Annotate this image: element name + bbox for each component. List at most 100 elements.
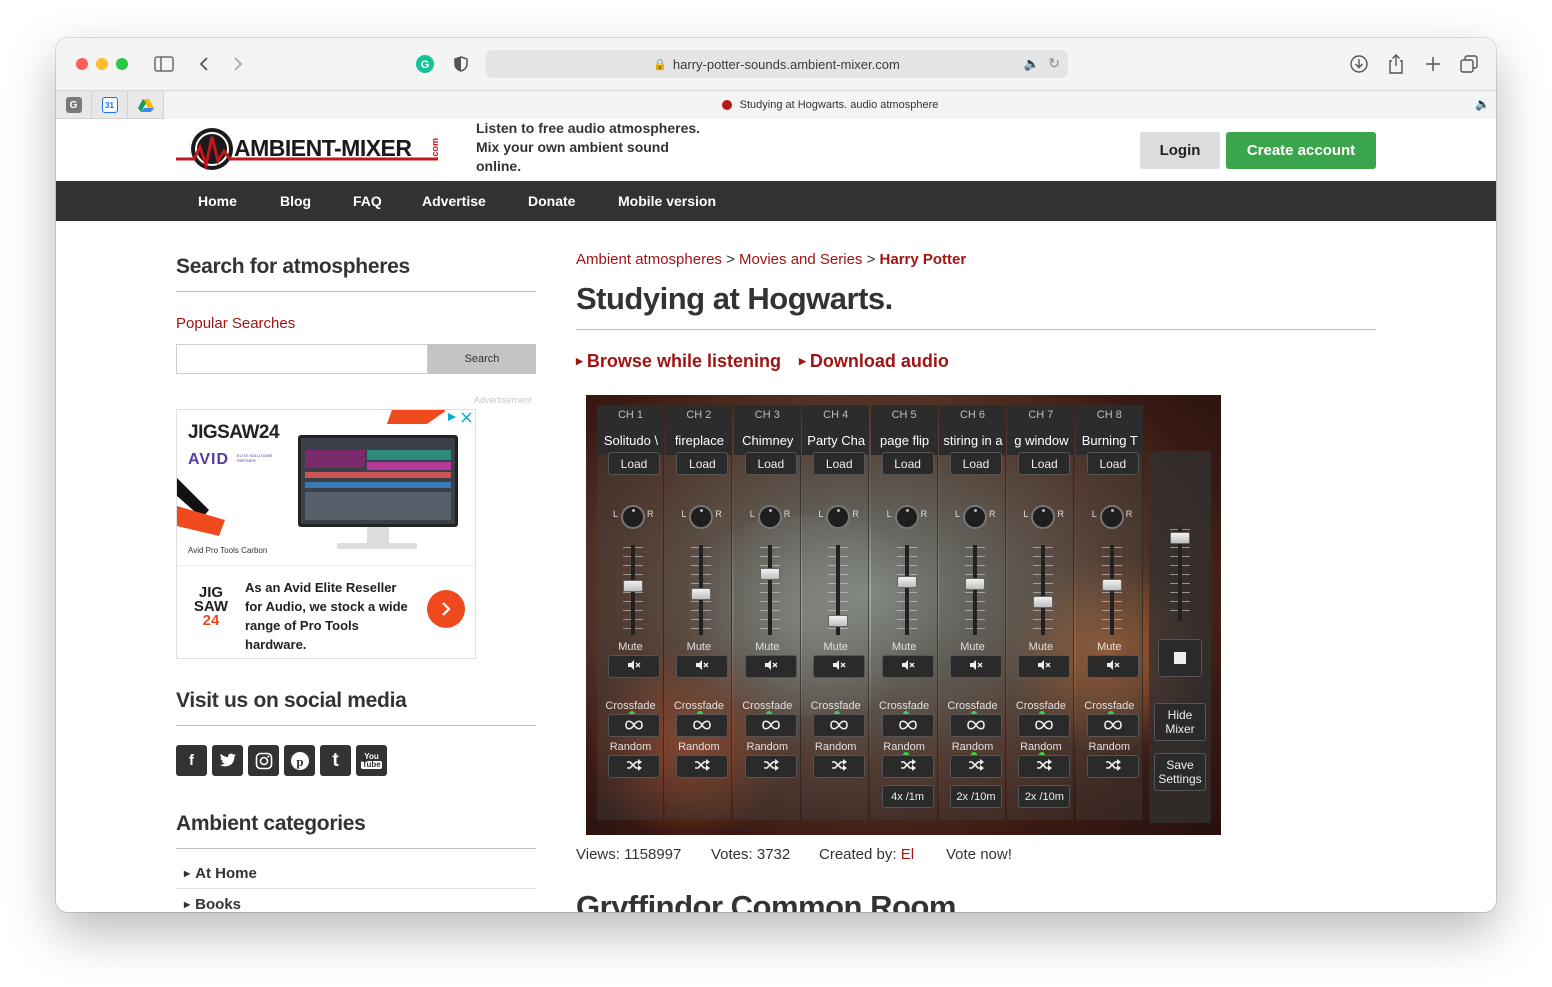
random-setting-button[interactable]: 2x /10m bbox=[1018, 785, 1071, 808]
random-button[interactable] bbox=[1018, 755, 1071, 778]
grammarly-icon[interactable]: G bbox=[414, 52, 436, 76]
volume-slider[interactable] bbox=[691, 587, 712, 600]
mute-button[interactable] bbox=[608, 655, 660, 678]
load-sound-button[interactable]: Load bbox=[950, 452, 1002, 475]
download-audio-link[interactable]: ▶ Download audio bbox=[799, 351, 949, 372]
zoom-window-button[interactable] bbox=[116, 58, 128, 70]
tab-overview-icon[interactable] bbox=[1458, 52, 1480, 76]
master-volume-slider[interactable] bbox=[1170, 532, 1190, 544]
forward-icon[interactable] bbox=[228, 52, 248, 76]
tumblr-icon[interactable]: t bbox=[320, 745, 351, 776]
load-sound-button[interactable]: Load bbox=[813, 452, 866, 475]
random-button[interactable] bbox=[608, 755, 660, 778]
pan-knob[interactable] bbox=[1031, 505, 1056, 529]
next-atmosphere-title[interactable]: Gryffindor Common Room bbox=[576, 889, 956, 912]
random-button[interactable] bbox=[1086, 755, 1139, 778]
nav-blog[interactable]: Blog bbox=[280, 181, 311, 221]
volume-slider[interactable] bbox=[1033, 595, 1054, 608]
load-sound-button[interactable]: Load bbox=[676, 452, 729, 475]
load-sound-button[interactable]: Load bbox=[881, 452, 934, 475]
site-logo[interactable]: AMBIENT-MIXER .com bbox=[176, 125, 444, 173]
random-setting-button[interactable]: 4x /1m bbox=[881, 785, 934, 808]
pinterest-icon[interactable]: p bbox=[284, 745, 315, 776]
category-at-home[interactable]: ▶ At Home bbox=[176, 858, 536, 889]
search-button[interactable]: Search bbox=[428, 344, 536, 374]
browse-while-listening-link[interactable]: ▶ Browse while listening bbox=[576, 351, 781, 372]
volume-slider[interactable] bbox=[896, 576, 917, 589]
load-sound-button[interactable]: Load bbox=[1018, 452, 1071, 475]
author-link[interactable]: El bbox=[901, 846, 914, 863]
load-sound-button[interactable]: Load bbox=[744, 452, 797, 475]
volume-slider[interactable] bbox=[1101, 578, 1122, 591]
new-tab-icon[interactable] bbox=[1422, 52, 1444, 76]
active-tab[interactable]: Studying at Hogwarts. audio atmosphere 🔈 bbox=[164, 91, 1496, 119]
load-sound-button[interactable]: Load bbox=[608, 452, 660, 475]
address-bar[interactable]: 🔒 harry-potter-sounds.ambient-mixer.com … bbox=[485, 50, 1068, 78]
random-button[interactable] bbox=[744, 755, 797, 778]
close-window-button[interactable] bbox=[76, 58, 88, 70]
crossfade-button[interactable] bbox=[608, 714, 660, 737]
ad-choices-icon[interactable] bbox=[445, 410, 475, 424]
mute-button[interactable] bbox=[950, 655, 1002, 678]
crossfade-button[interactable] bbox=[950, 714, 1002, 737]
pan-knob[interactable] bbox=[689, 505, 714, 529]
create-account-button[interactable]: Create account bbox=[1226, 132, 1376, 169]
share-icon[interactable] bbox=[1385, 52, 1407, 76]
crossfade-button[interactable] bbox=[813, 714, 866, 737]
vote-now-link[interactable]: Vote now! bbox=[946, 846, 1012, 863]
volume-slider[interactable] bbox=[623, 580, 643, 593]
downloads-icon[interactable] bbox=[1348, 52, 1370, 76]
nav-donate[interactable]: Donate bbox=[528, 181, 575, 221]
random-button[interactable] bbox=[676, 755, 729, 778]
pan-knob[interactable] bbox=[826, 505, 851, 529]
nav-faq[interactable]: FAQ bbox=[353, 181, 382, 221]
volume-slider[interactable] bbox=[828, 615, 849, 628]
volume-slider[interactable] bbox=[759, 568, 780, 581]
reload-icon[interactable]: ↻ bbox=[1048, 55, 1060, 72]
crossfade-button[interactable] bbox=[1086, 714, 1139, 737]
breadcrumb-movies-and-series[interactable]: Movies and Series bbox=[739, 251, 862, 268]
youtube-icon[interactable]: You Tube bbox=[356, 745, 387, 776]
pan-knob[interactable] bbox=[757, 505, 782, 529]
mute-button[interactable] bbox=[881, 655, 934, 678]
twitter-icon[interactable] bbox=[212, 745, 243, 776]
random-setting-button[interactable]: 2x /10m bbox=[950, 785, 1002, 808]
back-icon[interactable] bbox=[194, 52, 214, 76]
crossfade-button[interactable] bbox=[881, 714, 934, 737]
facebook-icon[interactable]: f bbox=[176, 745, 207, 776]
pan-knob[interactable] bbox=[963, 505, 987, 529]
crossfade-button[interactable] bbox=[1018, 714, 1071, 737]
volume-slider[interactable] bbox=[965, 577, 985, 590]
crossfade-button[interactable] bbox=[744, 714, 797, 737]
load-sound-button[interactable]: Load bbox=[1086, 452, 1139, 475]
login-button[interactable]: Login bbox=[1140, 132, 1220, 169]
pinned-tab-2[interactable]: 31 bbox=[92, 91, 128, 119]
pan-knob[interactable] bbox=[894, 505, 919, 529]
breadcrumb-harry-potter[interactable]: Harry Potter bbox=[880, 251, 967, 268]
pinned-tab-1[interactable]: G bbox=[56, 91, 92, 119]
category-books[interactable]: ▶ Books bbox=[176, 889, 536, 912]
nav-advertise[interactable]: Advertise bbox=[422, 181, 486, 221]
ad-next-button[interactable] bbox=[427, 590, 465, 628]
instagram-icon[interactable] bbox=[248, 745, 279, 776]
search-input[interactable] bbox=[176, 344, 428, 374]
ad-banner[interactable]: JIGSAW24 AVID ELITE SOLUTIONS PARTNER Av… bbox=[176, 409, 476, 659]
hide-mixer-button[interactable]: Hide Mixer bbox=[1154, 703, 1206, 741]
nav-home[interactable]: Home bbox=[198, 181, 237, 221]
mute-button[interactable] bbox=[813, 655, 866, 678]
mute-button[interactable] bbox=[676, 655, 729, 678]
pan-knob[interactable] bbox=[621, 505, 645, 529]
sidebar-toggle-icon[interactable] bbox=[152, 52, 176, 76]
popular-searches-link[interactable]: Popular Searches bbox=[176, 315, 295, 332]
privacy-shield-icon[interactable] bbox=[451, 52, 471, 76]
crossfade-button[interactable] bbox=[676, 714, 729, 737]
tab-audio-icon[interactable]: 🔈 bbox=[1475, 97, 1490, 111]
random-button[interactable] bbox=[881, 755, 934, 778]
minimize-window-button[interactable] bbox=[96, 58, 108, 70]
mute-button[interactable] bbox=[744, 655, 797, 678]
breadcrumb-ambient-atmospheres[interactable]: Ambient atmospheres bbox=[576, 251, 722, 268]
stop-button[interactable] bbox=[1158, 639, 1202, 677]
pinned-tab-3[interactable] bbox=[128, 91, 164, 119]
mute-button[interactable] bbox=[1086, 655, 1139, 678]
random-button[interactable] bbox=[813, 755, 866, 778]
